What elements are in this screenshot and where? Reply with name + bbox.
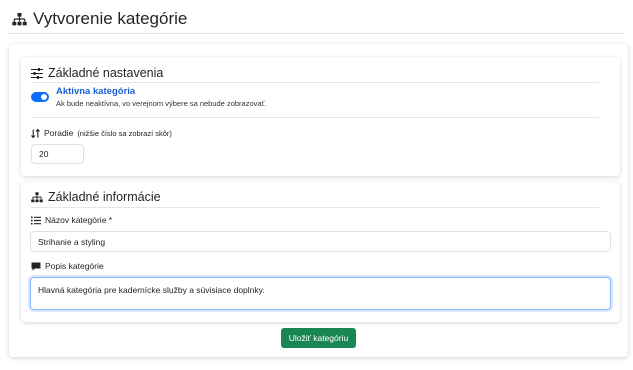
- basic-settings-header: Základné nastavenia: [31, 66, 163, 80]
- order-hint: (nižšie číslo sa zobrazí skôr): [77, 128, 172, 138]
- basic-info-card: Základné informácie Názov kategórie * St…: [21, 182, 620, 322]
- category-description-label-text: Popis kategórie: [45, 261, 104, 271]
- category-description-textarea[interactable]: Hlavná kategória pre kadernícke služby a…: [30, 277, 611, 310]
- order-label: Poradie (nižšie číslo sa zobrazí skôr): [31, 128, 172, 138]
- order-label-text: Poradie: [44, 128, 74, 138]
- page-header: Vytvorenie kategórie: [12, 6, 622, 32]
- basic-info-title: Základné informácie: [48, 190, 161, 204]
- active-category-label[interactable]: Aktívna kategória: [56, 86, 135, 97]
- divider: [31, 207, 599, 208]
- header-divider: [8, 33, 625, 34]
- category-description-label: Popis kategórie: [31, 261, 104, 271]
- category-name-label: Názov kategórie *: [31, 215, 112, 225]
- sitemap-icon: [12, 12, 27, 26]
- active-category-help: Ak bude neaktívna, vo verejnom výbere sa…: [56, 99, 267, 108]
- sort-icon: [31, 128, 40, 138]
- comment-icon: [31, 262, 41, 271]
- basic-settings-title: Základné nastavenia: [48, 66, 164, 80]
- category-name-label-text: Názov kategórie *: [45, 215, 113, 225]
- basic-settings-card: Základné nastavenia Aktívna kategória Ak…: [21, 57, 620, 176]
- page-title: Vytvorenie kategórie: [33, 9, 188, 28]
- category-name-input[interactable]: Strihanie a styling: [30, 231, 611, 252]
- divider: [31, 117, 599, 118]
- basic-info-header: Základné informácie: [31, 190, 161, 204]
- sitemap-icon: [31, 191, 43, 203]
- save-category-button[interactable]: Uložiť kategóriu: [281, 328, 356, 348]
- sliders-icon: [31, 67, 43, 79]
- active-category-toggle[interactable]: [31, 92, 49, 102]
- divider: [31, 82, 599, 83]
- order-input[interactable]: 20: [31, 144, 84, 164]
- list-icon: [31, 216, 41, 225]
